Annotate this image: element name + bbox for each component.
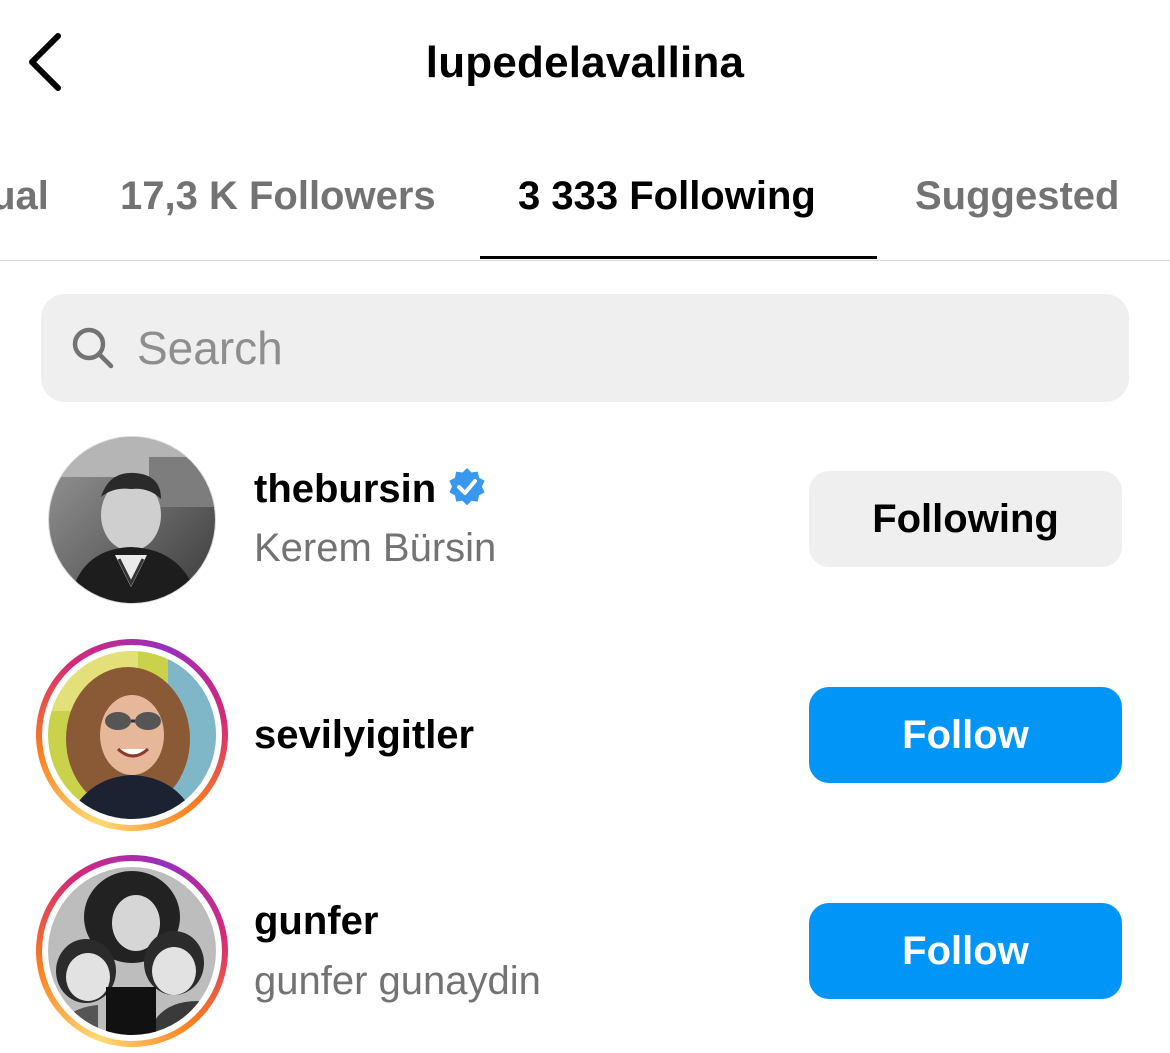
avatar[interactable] [36, 434, 228, 626]
page-title: lupedelavallina [425, 38, 745, 87]
follow-button[interactable]: Follow [809, 687, 1122, 783]
tab-followers[interactable]: 17,3 K Followers [120, 160, 436, 260]
avatar-story-ring[interactable] [36, 855, 228, 1047]
avatar-image [48, 436, 216, 604]
top-bar: lupedelavallina [0, 0, 1170, 130]
tab-mutual[interactable]: Mutual [0, 160, 49, 260]
avatar-image [48, 651, 216, 819]
search-icon [72, 327, 114, 369]
following-button[interactable]: Following [809, 471, 1122, 567]
full-name: Kerem Bürsin [254, 526, 497, 570]
list-item[interactable]: thebursin Kerem Bürsin Following [0, 420, 1170, 620]
verified-badge-icon [449, 468, 485, 506]
username[interactable]: gunfer [254, 899, 378, 944]
list-item[interactable]: gunfer gunfer gunaydin Follow [0, 853, 1170, 1053]
search-input[interactable] [137, 308, 1097, 388]
avatar-image [48, 867, 216, 1035]
tab-bar: Mutual 17,3 K Followers 3 333 Following … [0, 160, 1170, 261]
tab-following[interactable]: 3 333 Following [518, 160, 816, 260]
list-item[interactable]: sevilyigitler Follow [0, 637, 1170, 837]
username[interactable]: thebursin [254, 466, 488, 512]
full-name: gunfer gunaydin [254, 959, 541, 1003]
tab-suggested[interactable]: Suggested [915, 160, 1119, 260]
follow-button[interactable]: Follow [809, 903, 1122, 999]
username[interactable]: sevilyigitler [254, 713, 474, 758]
search-bar[interactable] [41, 294, 1129, 402]
avatar-story-ring[interactable] [36, 639, 228, 831]
active-tab-indicator [480, 256, 877, 259]
